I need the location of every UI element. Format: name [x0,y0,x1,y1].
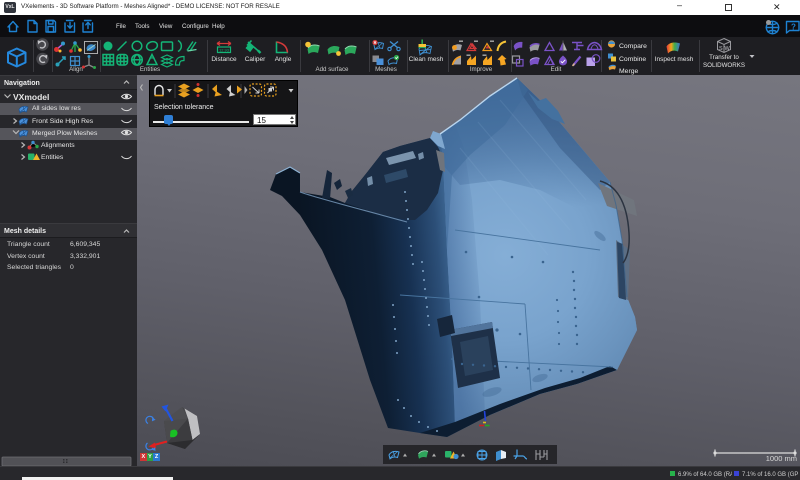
svg-text:W: W [725,46,731,52]
svg-text:S: S [719,46,723,52]
svg-text:12.93: 12.93 [219,48,230,53]
svg-text:?: ? [791,23,796,32]
